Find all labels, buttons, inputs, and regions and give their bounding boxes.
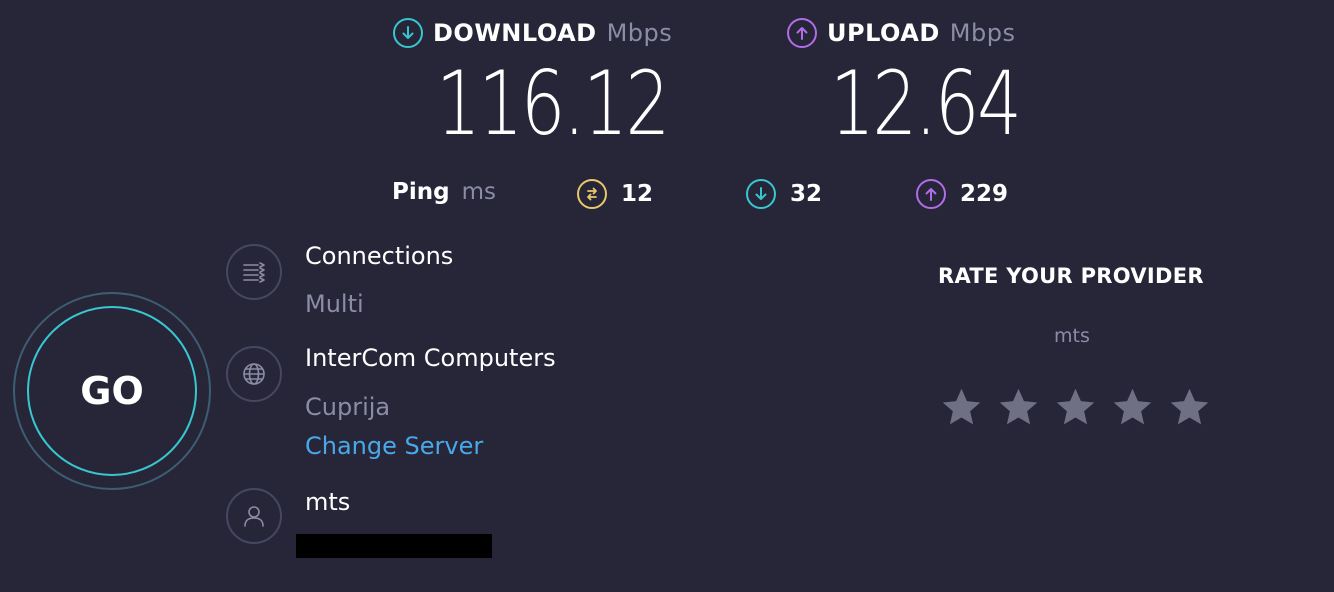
upload-header: UPLOAD Mbps: [787, 18, 1015, 48]
star-icon-1[interactable]: [939, 385, 984, 430]
provider-name: mts: [305, 488, 351, 516]
upload-label: UPLOAD: [827, 19, 940, 47]
globe-icon: [226, 346, 282, 402]
ping-upload: 229: [916, 179, 1008, 209]
star-icon-3[interactable]: [1053, 385, 1098, 430]
ping-download-value: 32: [790, 181, 823, 207]
ping-idle: 12: [577, 179, 653, 209]
go-button[interactable]: GO: [27, 306, 197, 476]
ping-upload-icon: [916, 179, 946, 209]
user-icon: [226, 488, 282, 544]
rating-stars: [939, 385, 1212, 430]
download-value: 116.12: [436, 52, 670, 155]
rate-title: RATE YOUR PROVIDER: [938, 264, 1204, 288]
ping-upload-value: 229: [960, 181, 1009, 207]
download-header: DOWNLOAD Mbps: [393, 18, 672, 48]
ping-row: Ping ms: [392, 179, 496, 205]
connections-icon: [226, 244, 282, 300]
ping-idle-value: 12: [621, 181, 654, 207]
connections-value: Multi: [305, 290, 364, 318]
ping-download-icon: [746, 179, 776, 209]
upload-arrow-icon: [787, 18, 817, 48]
star-icon-2[interactable]: [996, 385, 1041, 430]
download-unit: Mbps: [606, 19, 673, 47]
download-arrow-icon: [393, 18, 423, 48]
ping-idle-icon: [577, 179, 607, 209]
star-icon-4[interactable]: [1110, 385, 1155, 430]
go-button-ring: GO: [13, 292, 211, 490]
download-label: DOWNLOAD: [433, 19, 597, 47]
ping-download: 32: [746, 179, 822, 209]
upload-unit: Mbps: [949, 19, 1016, 47]
ping-label: Ping: [392, 179, 450, 205]
ping-unit: ms: [461, 179, 496, 205]
change-server-link[interactable]: Change Server: [305, 432, 483, 460]
connections-title: Connections: [305, 242, 454, 270]
rate-provider-name: mts: [1054, 325, 1090, 347]
star-icon-5[interactable]: [1167, 385, 1212, 430]
redacted-ip-block: [296, 534, 492, 558]
server-location: Cuprija: [305, 393, 391, 421]
upload-value: 12.64: [830, 52, 1022, 155]
server-name: InterCom Computers: [305, 344, 556, 372]
